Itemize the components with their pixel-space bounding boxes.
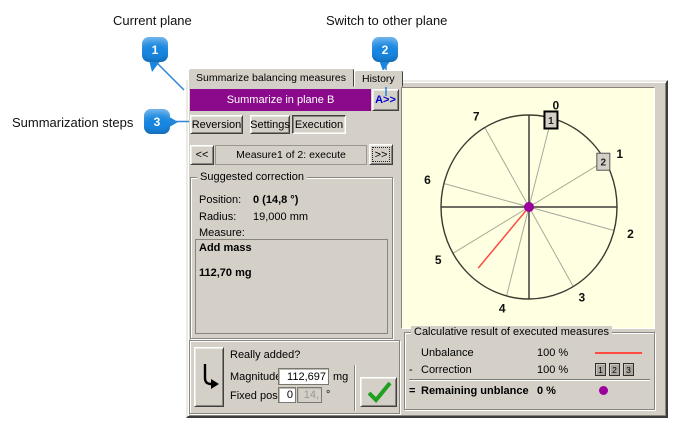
client-area: Summarize in plane B A>> Reversion Setti… [186,80,668,418]
apply-correction-button[interactable] [194,347,224,407]
magnitude-input[interactable] [278,368,329,385]
svg-text:4: 4 [499,302,506,316]
calc-prefix: - [409,363,413,376]
position-label: Position: [199,194,242,206]
plane-banner: Summarize in plane B [190,89,371,111]
calc-value: 0 % [537,384,556,397]
previous-measure-button[interactable]: << [190,145,214,165]
svg-text:2: 2 [601,158,607,169]
remaining-unbalance-dot-symbol [599,386,608,395]
svg-text:1: 1 [616,147,623,161]
svg-text:5: 5 [435,253,442,267]
confirm-button[interactable] [360,377,397,407]
svg-text:6: 6 [424,173,431,187]
really-added-question: Really added? [230,349,301,361]
radius-label: Radius: [199,211,237,223]
calc-divider [409,379,650,381]
correction-marker-3: 3 [623,363,634,376]
calc-row-remaining: = Remaining unblance 0 % [409,382,652,399]
svg-text:7: 7 [473,109,480,123]
calc-label: Remaining unblance [421,384,529,397]
calc-result-group: Calculative result of executed measures … [404,326,655,410]
check-icon [367,381,392,403]
annotation-switch-plane: Switch to other plane [326,13,448,28]
switch-plane-button[interactable]: A>> [372,89,399,111]
suggested-correction-title: Suggested correction [197,171,307,183]
app-window: Summarize balancing measures History Sum… [186,68,668,418]
magnitude-label: Magnitude [230,371,282,383]
measure-text-box: Add mass 112,70 mg [195,239,388,334]
suggested-correction-group: Suggested correction Position: 0 (14,8 °… [190,171,393,339]
annotation-current-plane: Current plane [113,13,192,28]
callout-3-number: 3 [153,114,161,129]
calc-prefix: = [409,384,416,397]
really-added-panel: Really added? Magnitude mg Fixed positio… [189,340,400,414]
callout-1[interactable]: 1 [142,37,168,62]
tab-history[interactable]: History [353,70,403,87]
measure-nav-label: Measure1 of 2: execute [215,145,367,165]
calc-value: 100 % [537,363,569,376]
position-value: 0 (14,8 °) [253,194,299,206]
step-reversion-button[interactable]: Reversion [190,115,243,134]
calc-value: 100 % [537,346,569,359]
measure-amount: 112,70 mg [199,267,252,279]
callout-2-number: 2 [381,42,389,57]
calc-row-correction: - Correction 100 % 1 2 3 [409,361,652,378]
svg-text:2: 2 [627,227,634,241]
svg-text:1: 1 [548,116,554,127]
calc-result-rows: Unbalance 100 % - Correction 100 % 1 2 3 [409,344,652,399]
callout-2[interactable]: 2 [372,37,398,62]
fixed-position-secondary-input [297,387,322,403]
callout-3[interactable]: 3 [144,109,170,134]
page: Current plane Switch to other plane Summ… [0,0,679,425]
next-measure-button[interactable]: >> [369,144,393,165]
calc-label: Correction [421,363,472,376]
calc-result-title: Calculative result of executed measures [411,326,613,338]
radius-value: 19,000 mm [253,211,309,223]
fixed-position-input[interactable] [278,387,296,403]
callout-1-number: 1 [151,42,159,57]
calc-label: Unbalance [421,346,474,359]
measure-label: Measure: [199,227,245,239]
step-settings-button[interactable]: Settings [250,115,290,134]
down-right-arrow-icon [203,364,219,389]
measure-action: Add mass [199,242,252,254]
fixed-position-label: Fixed positio [230,390,278,402]
tab-bar: Summarize balancing measures History [188,68,403,87]
correction-marker-2: 2 [609,363,620,376]
svg-text:0: 0 [552,98,559,112]
polar-chart-area: 0123456712 [401,87,655,329]
step-execution-button[interactable]: Execution [292,115,346,134]
annotation-summarization-steps: Summarization steps [12,115,134,130]
svg-text:3: 3 [578,291,585,305]
panel-divider [354,365,356,411]
tab-summarize-balancing-measures[interactable]: Summarize balancing measures [188,68,354,87]
polar-chart-svg: 01234567 12 [424,98,634,316]
correction-marker-1: 1 [595,363,606,376]
calc-row-unbalance: Unbalance 100 % [409,344,652,361]
fixed-position-unit: ° [326,389,331,401]
unbalance-line-symbol [595,351,642,354]
magnitude-unit: mg [333,371,349,383]
